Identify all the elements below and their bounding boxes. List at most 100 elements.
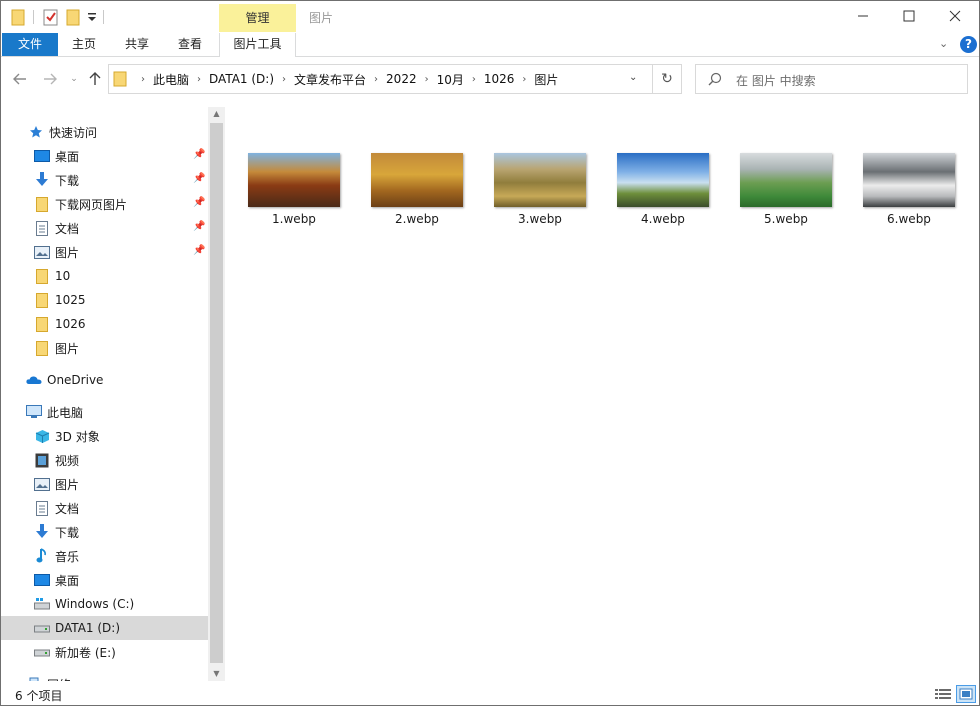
close-button[interactable]	[932, 1, 978, 31]
window-title: 图片	[309, 11, 334, 25]
image-thumbnail	[740, 153, 832, 207]
nav-network[interactable]: 网络	[1, 672, 208, 681]
nav-item-folder-1026[interactable]: 1026	[1, 312, 208, 336]
file-item[interactable]: 2.webp	[365, 143, 469, 233]
folder-icon	[33, 340, 51, 356]
nav-onedrive[interactable]: OneDrive	[1, 368, 208, 392]
nav-item-folder-1025[interactable]: 1025	[1, 288, 208, 312]
nav-item-music[interactable]: 音乐	[1, 544, 208, 568]
breadcrumb-item[interactable]: 文章发布平台	[294, 71, 366, 88]
breadcrumb-separator-icon[interactable]: ›	[197, 74, 201, 85]
nav-item-pc-pictures[interactable]: 图片	[1, 472, 208, 496]
file-item[interactable]: 1.webp	[242, 143, 346, 233]
nav-item-drive-c[interactable]: Windows (C:)	[1, 592, 208, 616]
breadcrumb-separator-icon[interactable]: ›	[141, 74, 145, 85]
nav-item-pc-downloads[interactable]: 下载	[1, 520, 208, 544]
navigation-scrollbar[interactable]: ▲ ▼	[208, 107, 225, 681]
nav-label: 音乐	[55, 549, 80, 564]
tab-share[interactable]: 共享	[115, 33, 159, 56]
nav-item-web-images[interactable]: 下载网页图片 📌	[1, 192, 208, 216]
scroll-down-icon[interactable]: ▼	[208, 667, 225, 681]
file-list: 1.webp 2.webp 3.webp 4.webp 5.webp 6.web…	[226, 107, 979, 681]
address-bar[interactable]: › 此电脑 › DATA1 (D:) › 文章发布平台 › 2022 › 10月…	[108, 64, 653, 94]
folder-icon[interactable]	[11, 7, 25, 27]
breadcrumb-separator-icon[interactable]: ›	[374, 74, 378, 85]
nav-item-drive-d[interactable]: DATA1 (D:)	[1, 616, 208, 640]
toolbar-divider	[33, 10, 34, 24]
scrollbar-thumb[interactable]	[210, 123, 223, 663]
expand-ribbon-icon[interactable]: ⌄	[939, 37, 948, 50]
nav-label: Windows (C:)	[55, 597, 135, 611]
properties-icon[interactable]	[43, 7, 59, 27]
navigation-pane: 快速访问 桌面 📌 下载 📌 下载网页图片 📌 文档 📌 图片 📌 10 102…	[1, 107, 208, 681]
minimize-button[interactable]	[840, 1, 886, 31]
refresh-button[interactable]: ↻	[652, 64, 682, 94]
nav-item-documents[interactable]: 文档 📌	[1, 216, 208, 240]
nav-item-downloads[interactable]: 下载 📌	[1, 168, 208, 192]
breadcrumb-item[interactable]: 1026	[484, 72, 515, 86]
nav-label: 桌面	[55, 573, 80, 588]
nav-item-videos[interactable]: 视频	[1, 448, 208, 472]
tab-file[interactable]: 文件	[2, 33, 58, 56]
breadcrumb-separator-icon[interactable]: ›	[522, 74, 526, 85]
large-icons-view-icon[interactable]	[956, 685, 976, 703]
folder-icon	[33, 292, 51, 308]
recent-locations-chevron-icon[interactable]: ⌄	[67, 69, 81, 89]
cube-3d-icon	[33, 428, 51, 444]
nav-label: DATA1 (D:)	[55, 621, 121, 635]
nav-quick-access[interactable]: 快速访问	[1, 120, 208, 144]
windows-drive-icon	[33, 596, 51, 612]
file-name: 3.webp	[518, 212, 562, 226]
nav-this-pc[interactable]: 此电脑	[1, 400, 208, 424]
file-item[interactable]: 6.webp	[857, 143, 961, 233]
file-item[interactable]: 5.webp	[734, 143, 838, 233]
nav-label: OneDrive	[47, 373, 104, 387]
breadcrumb-item[interactable]: 图片	[534, 71, 558, 88]
tab-view[interactable]: 查看	[169, 33, 211, 56]
pin-icon[interactable]: 📌	[193, 173, 205, 184]
nav-item-pc-documents[interactable]: 文档	[1, 496, 208, 520]
image-thumbnail	[371, 153, 463, 207]
back-arrow-icon[interactable]	[11, 69, 29, 89]
document-icon	[33, 500, 51, 516]
download-arrow-icon	[33, 524, 51, 540]
nav-label: 图片	[55, 341, 80, 356]
nav-item-desktop[interactable]: 桌面 📌	[1, 144, 208, 168]
nav-item-folder-10[interactable]: 10	[1, 264, 208, 288]
help-icon[interactable]: ?	[960, 36, 977, 53]
breadcrumb-item[interactable]: DATA1 (D:)	[209, 72, 274, 86]
image-thumbnail	[617, 153, 709, 207]
scroll-up-icon[interactable]: ▲	[208, 107, 225, 121]
file-item[interactable]: 4.webp	[611, 143, 715, 233]
nav-item-pictures[interactable]: 图片 📌	[1, 240, 208, 264]
nav-item-3d-objects[interactable]: 3D 对象	[1, 424, 208, 448]
search-input[interactable]: 在 图片 中搜索	[695, 64, 968, 94]
pin-icon[interactable]: 📌	[193, 245, 205, 256]
address-history-chevron-icon[interactable]: ⌄	[629, 72, 637, 83]
nav-item-folder-pictures[interactable]: 图片	[1, 336, 208, 360]
desktop-icon	[33, 572, 51, 588]
nav-label: 视频	[55, 453, 80, 468]
breadcrumb-separator-icon[interactable]: ›	[282, 74, 286, 85]
customize-toolbar-icon[interactable]	[87, 7, 97, 27]
maximize-button[interactable]	[886, 1, 932, 31]
breadcrumb-item[interactable]: 2022	[386, 72, 417, 86]
breadcrumb-item[interactable]: 此电脑	[153, 71, 189, 88]
breadcrumb-separator-icon[interactable]: ›	[425, 74, 429, 85]
nav-item-drive-e[interactable]: 新加卷 (E:)	[1, 640, 208, 664]
details-view-icon[interactable]	[933, 685, 953, 703]
nav-item-pc-desktop[interactable]: 桌面	[1, 568, 208, 592]
pin-icon[interactable]: 📌	[193, 149, 205, 160]
up-arrow-icon[interactable]	[87, 69, 103, 89]
folder-icon	[33, 268, 51, 284]
file-name: 6.webp	[887, 212, 931, 226]
tab-picture-tools[interactable]: 图片工具	[219, 33, 296, 57]
pin-icon[interactable]: 📌	[193, 221, 205, 232]
file-item[interactable]: 3.webp	[488, 143, 592, 233]
new-folder-icon[interactable]	[66, 7, 80, 27]
forward-arrow-icon[interactable]	[41, 69, 59, 89]
breadcrumb-separator-icon[interactable]: ›	[472, 74, 476, 85]
pin-icon[interactable]: 📌	[193, 197, 205, 208]
tab-home[interactable]: 主页	[63, 33, 105, 56]
breadcrumb-item[interactable]: 10月	[437, 71, 464, 88]
